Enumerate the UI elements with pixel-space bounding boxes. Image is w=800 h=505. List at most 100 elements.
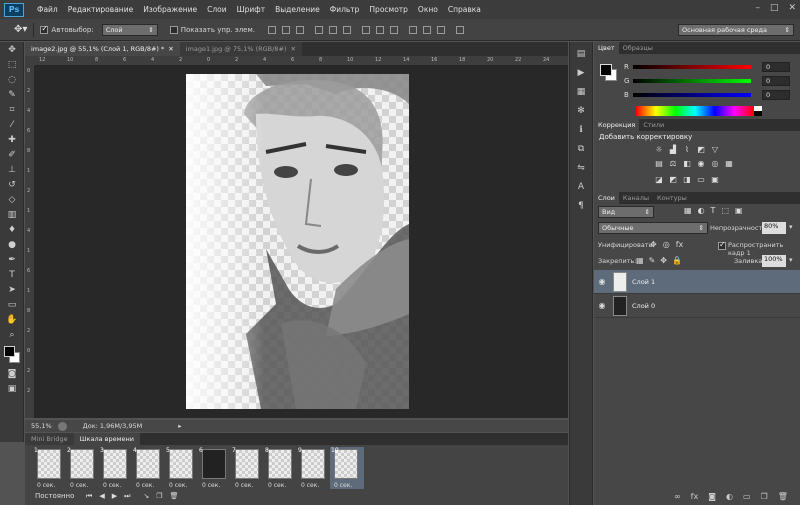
timeline-frame[interactable]: 8 0 сек. <box>264 447 294 489</box>
distribute-left-icon[interactable] <box>408 25 417 34</box>
foreground-color-swatch[interactable] <box>4 346 15 357</box>
menu-image[interactable]: Изображение <box>138 5 202 14</box>
opacity-arrow-icon[interactable]: ▾ <box>789 223 793 231</box>
smart-filter-icon[interactable]: ▣ <box>735 206 743 215</box>
properties-icon[interactable]: ✻ <box>573 104 589 118</box>
doc-tab-image2[interactable]: image2.jpg @ 55,1% (Слой 1, RGB/8#) * ✕ <box>25 42 180 56</box>
tween-icon[interactable]: ↘ <box>143 492 149 500</box>
photo-filter-icon[interactable]: ◉ <box>696 159 706 169</box>
layer-comps-icon[interactable]: ⧉ <box>573 142 589 156</box>
document-image[interactable] <box>186 74 409 409</box>
delete-layer-icon[interactable]: 🗑 <box>778 492 788 501</box>
blur-tool-icon[interactable]: ♦ <box>3 223 21 237</box>
menu-edit[interactable]: Редактирование <box>63 5 138 14</box>
chevron-right-icon[interactable]: ▸ <box>178 422 181 430</box>
timeline-frame[interactable]: 2 0 сек. <box>66 447 96 489</box>
curves-icon[interactable]: ⌇ <box>682 145 692 155</box>
actions-icon[interactable]: ▶ <box>573 66 589 80</box>
link-layers-icon[interactable]: ∞ <box>674 492 681 501</box>
adjust-filter-icon[interactable]: ◐ <box>698 206 705 215</box>
group-icon[interactable]: ▭ <box>743 492 751 501</box>
frame-delay[interactable]: 0 сек. <box>169 482 187 489</box>
align-bottom-icon[interactable] <box>295 25 304 34</box>
history-brush-tool-icon[interactable]: ↺ <box>3 178 21 192</box>
crop-tool-icon[interactable]: ⌗ <box>3 103 21 117</box>
menu-select[interactable]: Выделение <box>270 5 325 14</box>
tab-swatches[interactable]: Образцы <box>619 42 657 54</box>
menu-view[interactable]: Просмотр <box>364 5 413 14</box>
frame-delay[interactable]: 0 сек. <box>235 482 253 489</box>
timeline-frame[interactable]: 9 0 сек. <box>297 447 327 489</box>
autoselect-checkbox[interactable] <box>40 24 49 34</box>
menu-help[interactable]: Справка <box>443 5 486 14</box>
close-icon[interactable]: ✕ <box>168 45 173 53</box>
status-info-icon[interactable] <box>57 421 67 431</box>
loop-dropdown[interactable]: Постоянно <box>35 492 79 500</box>
tab-channels[interactable]: Каналы <box>619 192 653 204</box>
layer-style-icon[interactable]: fx <box>691 492 699 501</box>
quick-select-tool-icon[interactable]: ✎ <box>3 88 21 102</box>
type-tool-icon[interactable]: T <box>3 268 21 282</box>
distribute-vcenter-icon[interactable] <box>375 25 384 34</box>
align-top-icon[interactable] <box>267 25 276 34</box>
gradient-tool-icon[interactable]: ▥ <box>3 208 21 222</box>
color-swatches[interactable] <box>0 344 24 366</box>
tab-timeline[interactable]: Шкала времени <box>73 433 141 445</box>
prev-frame-icon[interactable]: ◀ <box>99 492 104 500</box>
auto-align-icon[interactable] <box>455 25 464 34</box>
lock-all-icon[interactable]: 🔒 <box>672 256 682 265</box>
dodge-tool-icon[interactable]: ● <box>3 238 21 252</box>
align-vcenter-icon[interactable] <box>281 25 290 34</box>
pen-tool-icon[interactable]: ✒ <box>3 253 21 267</box>
minimize-button[interactable]: – <box>755 3 760 13</box>
character-icon[interactable]: A <box>573 180 589 194</box>
pixel-filter-icon[interactable]: ▦ <box>684 206 692 215</box>
info-icon[interactable]: ℹ <box>573 123 589 137</box>
spectrum-bw[interactable] <box>754 106 762 116</box>
selective-color-icon[interactable]: ▣ <box>710 175 720 185</box>
blend-mode-dropdown[interactable]: Обычные ⇕ <box>598 222 708 234</box>
menu-filter[interactable]: Фильтр <box>325 5 365 14</box>
exposure-icon[interactable]: ◩ <box>696 145 706 155</box>
frame-delay[interactable]: 0 сек. <box>70 482 88 489</box>
clone-source-icon[interactable]: ⇋ <box>573 161 589 175</box>
zoom-tool-icon[interactable]: ⌕ <box>3 328 21 342</box>
frame-delay[interactable]: 0 сек. <box>37 482 55 489</box>
eyedropper-tool-icon[interactable]: ⁄ <box>3 118 21 132</box>
lock-position-icon[interactable]: ✥ <box>660 256 667 265</box>
color-balance-icon[interactable]: ⚖ <box>668 159 678 169</box>
timeline-frame-selected[interactable]: 10 0 сек. <box>330 447 364 489</box>
menu-layers[interactable]: Слои <box>202 5 232 14</box>
ruler-vertical[interactable]: 0 2 4 6 8 1 2 1 4 1 6 1 8 2 0 2 2 <box>25 66 35 418</box>
timeline-frame[interactable]: 3 0 сек. <box>99 447 129 489</box>
close-button[interactable]: ✕ <box>788 3 796 13</box>
ruler-corner[interactable] <box>25 56 35 66</box>
lock-transparency-icon[interactable]: ▦ <box>636 256 644 265</box>
channel-mixer-icon[interactable]: ◎ <box>710 159 720 169</box>
hand-tool-icon[interactable]: ✋ <box>3 313 21 327</box>
close-icon[interactable]: ✕ <box>290 45 295 53</box>
brush-tool-icon[interactable]: ✐ <box>3 148 21 162</box>
tab-adjustments[interactable]: Коррекция <box>594 119 640 131</box>
quick-mask-icon[interactable]: ◙ <box>3 367 21 381</box>
maximize-button[interactable]: □ <box>770 3 779 13</box>
eye-icon[interactable]: ◉ <box>594 277 610 286</box>
blue-value[interactable]: 0 <box>762 90 790 100</box>
propagate-checkbox[interactable] <box>718 240 726 250</box>
fill-arrow-icon[interactable]: ▾ <box>789 256 793 264</box>
tab-paths[interactable]: Контуры <box>653 192 691 204</box>
zoom-level[interactable]: 55,1% <box>31 422 52 430</box>
color-fg-swatch[interactable] <box>600 64 612 76</box>
blue-slider[interactable] <box>633 93 751 97</box>
marquee-tool-icon[interactable]: ⬚ <box>3 58 21 72</box>
timeline-frame[interactable]: 5 0 сек. <box>165 447 195 489</box>
stamp-tool-icon[interactable]: ⊥ <box>3 163 21 177</box>
frame-delay[interactable]: 0 сек. <box>136 482 154 489</box>
levels-icon[interactable]: ▟ <box>668 145 678 155</box>
healing-tool-icon[interactable]: ✚ <box>3 133 21 147</box>
lock-pixels-icon[interactable]: ✎ <box>649 256 656 265</box>
align-right-icon[interactable] <box>342 25 351 34</box>
ruler-horizontal[interactable]: 12 10 8 6 4 2 0 2 4 6 8 10 12 14 16 18 20 22 24 <box>35 56 568 66</box>
move-tool-icon[interactable]: ✥ <box>3 43 21 57</box>
distribute-hcenter-icon[interactable] <box>422 25 431 34</box>
